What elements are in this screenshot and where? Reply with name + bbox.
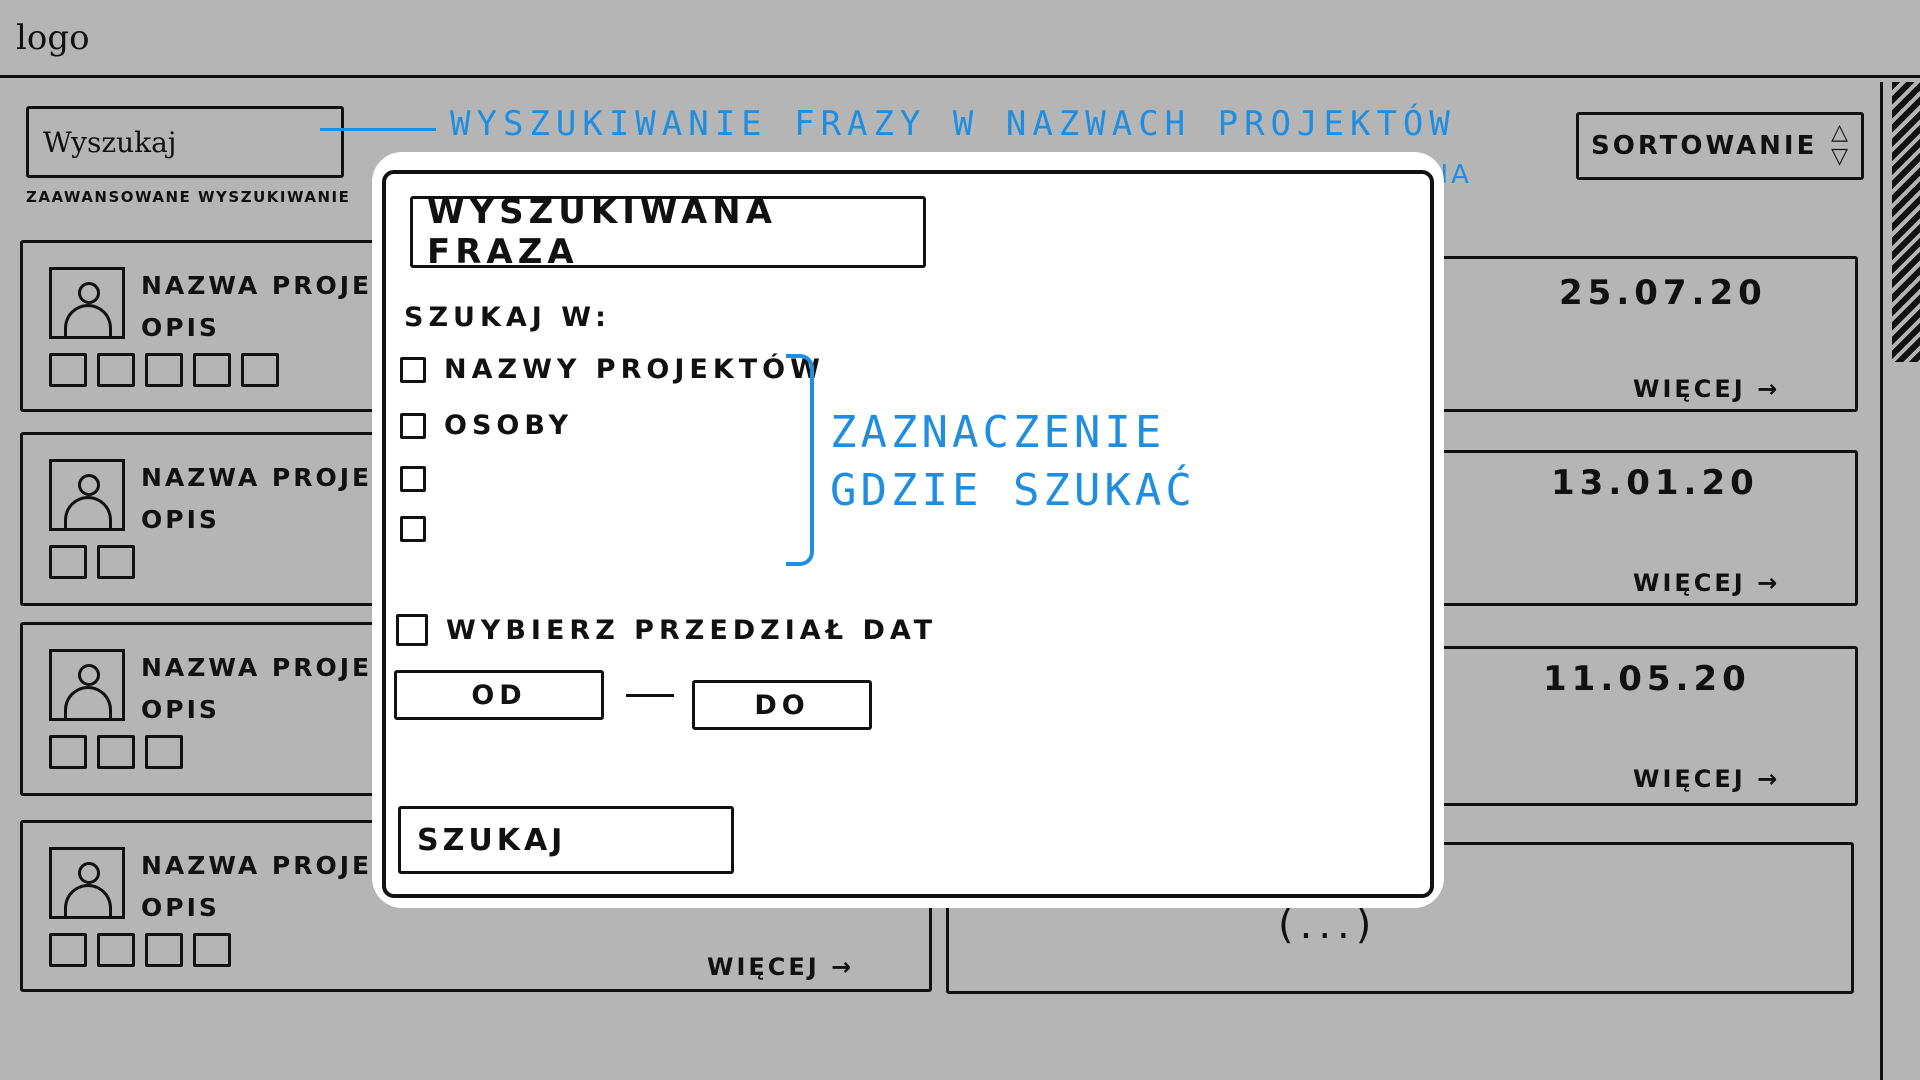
tag bbox=[145, 933, 183, 967]
more-link[interactable]: WIĘCEJ → bbox=[707, 953, 854, 981]
advanced-search-link[interactable]: ZAAWANSOWANE WYSZUKIWANIE bbox=[26, 188, 350, 206]
header-divider bbox=[0, 75, 1920, 78]
tag bbox=[49, 353, 87, 387]
search-input[interactable]: Wyszukaj bbox=[26, 106, 344, 178]
user-avatar-icon bbox=[49, 459, 125, 531]
tag bbox=[97, 353, 135, 387]
checkbox-group-bracket bbox=[786, 354, 814, 566]
user-avatar-icon bbox=[49, 267, 125, 339]
search-in-label: SZUKAJ W: bbox=[404, 302, 611, 333]
date-range-dash bbox=[626, 694, 674, 697]
date-range-label: WYBIERZ PRZEDZIAŁ DAT bbox=[446, 614, 938, 646]
checkbox-label: OSOBY bbox=[444, 410, 574, 441]
checkbox-group-annotation: ZAZNACZENIE GDZIE SZUKAĆ bbox=[830, 404, 1196, 520]
modal-frame bbox=[382, 170, 1434, 898]
tag bbox=[97, 933, 135, 967]
user-avatar-icon bbox=[49, 649, 125, 721]
date-range-option[interactable]: WYBIERZ PRZEDZIAŁ DAT bbox=[396, 614, 937, 646]
tag bbox=[145, 353, 183, 387]
project-description: OPIS bbox=[141, 893, 220, 922]
annotation-line: ZAZNACZENIE bbox=[830, 407, 1166, 458]
checkbox[interactable] bbox=[400, 466, 426, 492]
project-date: 13.01.20 bbox=[1551, 463, 1759, 503]
tag bbox=[193, 933, 231, 967]
checkbox[interactable] bbox=[396, 614, 428, 646]
scrollbar-track[interactable] bbox=[1880, 82, 1883, 1080]
tag bbox=[145, 735, 183, 769]
tag-list bbox=[49, 933, 231, 967]
tag-list bbox=[49, 353, 279, 387]
tag bbox=[241, 353, 279, 387]
option-people[interactable]: OSOBY bbox=[400, 410, 573, 441]
scrollbar-thumb[interactable] bbox=[1892, 82, 1920, 362]
project-date: 11.05.20 bbox=[1543, 659, 1751, 699]
logo[interactable]: logo bbox=[16, 18, 90, 58]
date-from-input[interactable]: OD bbox=[394, 670, 604, 720]
more-link[interactable]: WIĘCEJ → bbox=[1633, 375, 1780, 403]
project-description: OPIS bbox=[141, 505, 220, 534]
project-description: OPIS bbox=[141, 313, 220, 342]
checkbox[interactable] bbox=[400, 516, 426, 542]
search-phrase-input[interactable]: WYSZUKIWANA FRAZA bbox=[410, 192, 926, 272]
sort-updown-icon: △ ▽ bbox=[1831, 120, 1851, 169]
checkbox[interactable] bbox=[400, 412, 426, 439]
more-link[interactable]: WIĘCEJ → bbox=[1633, 765, 1780, 793]
search-button[interactable]: SZUKAJ bbox=[398, 806, 734, 874]
checkbox[interactable] bbox=[400, 356, 426, 383]
project-description: OPIS bbox=[141, 695, 220, 724]
sort-dropdown[interactable]: SORTOWANIE △ ▽ bbox=[1576, 112, 1864, 180]
more-link[interactable]: WIĘCEJ → bbox=[1633, 569, 1780, 597]
tag bbox=[49, 933, 87, 967]
option-empty[interactable] bbox=[400, 466, 444, 492]
tag bbox=[49, 735, 87, 769]
search-annotation: WYSZUKIWANIE FRAZY W NAZWACH PROJEKTÓW bbox=[450, 104, 1456, 144]
sort-label: SORTOWANIE bbox=[1591, 131, 1818, 161]
project-date: 25.07.20 bbox=[1559, 273, 1767, 313]
user-avatar-icon bbox=[49, 847, 125, 919]
checkbox-label: NAZWY PROJEKTÓW bbox=[444, 354, 825, 385]
more-items-ellipsis: (...) bbox=[1278, 902, 1378, 948]
date-to-input[interactable]: DO bbox=[692, 680, 872, 730]
option-project-names[interactable]: NAZWY PROJEKTÓW bbox=[400, 354, 825, 385]
tag-list bbox=[49, 545, 135, 579]
tag bbox=[49, 545, 87, 579]
annotation-arrow bbox=[320, 128, 436, 131]
tag-list bbox=[49, 735, 183, 769]
tag bbox=[97, 735, 135, 769]
tag bbox=[97, 545, 135, 579]
tag bbox=[193, 353, 231, 387]
option-empty[interactable] bbox=[400, 516, 444, 542]
annotation-line: GDZIE SZUKAĆ bbox=[830, 465, 1196, 516]
